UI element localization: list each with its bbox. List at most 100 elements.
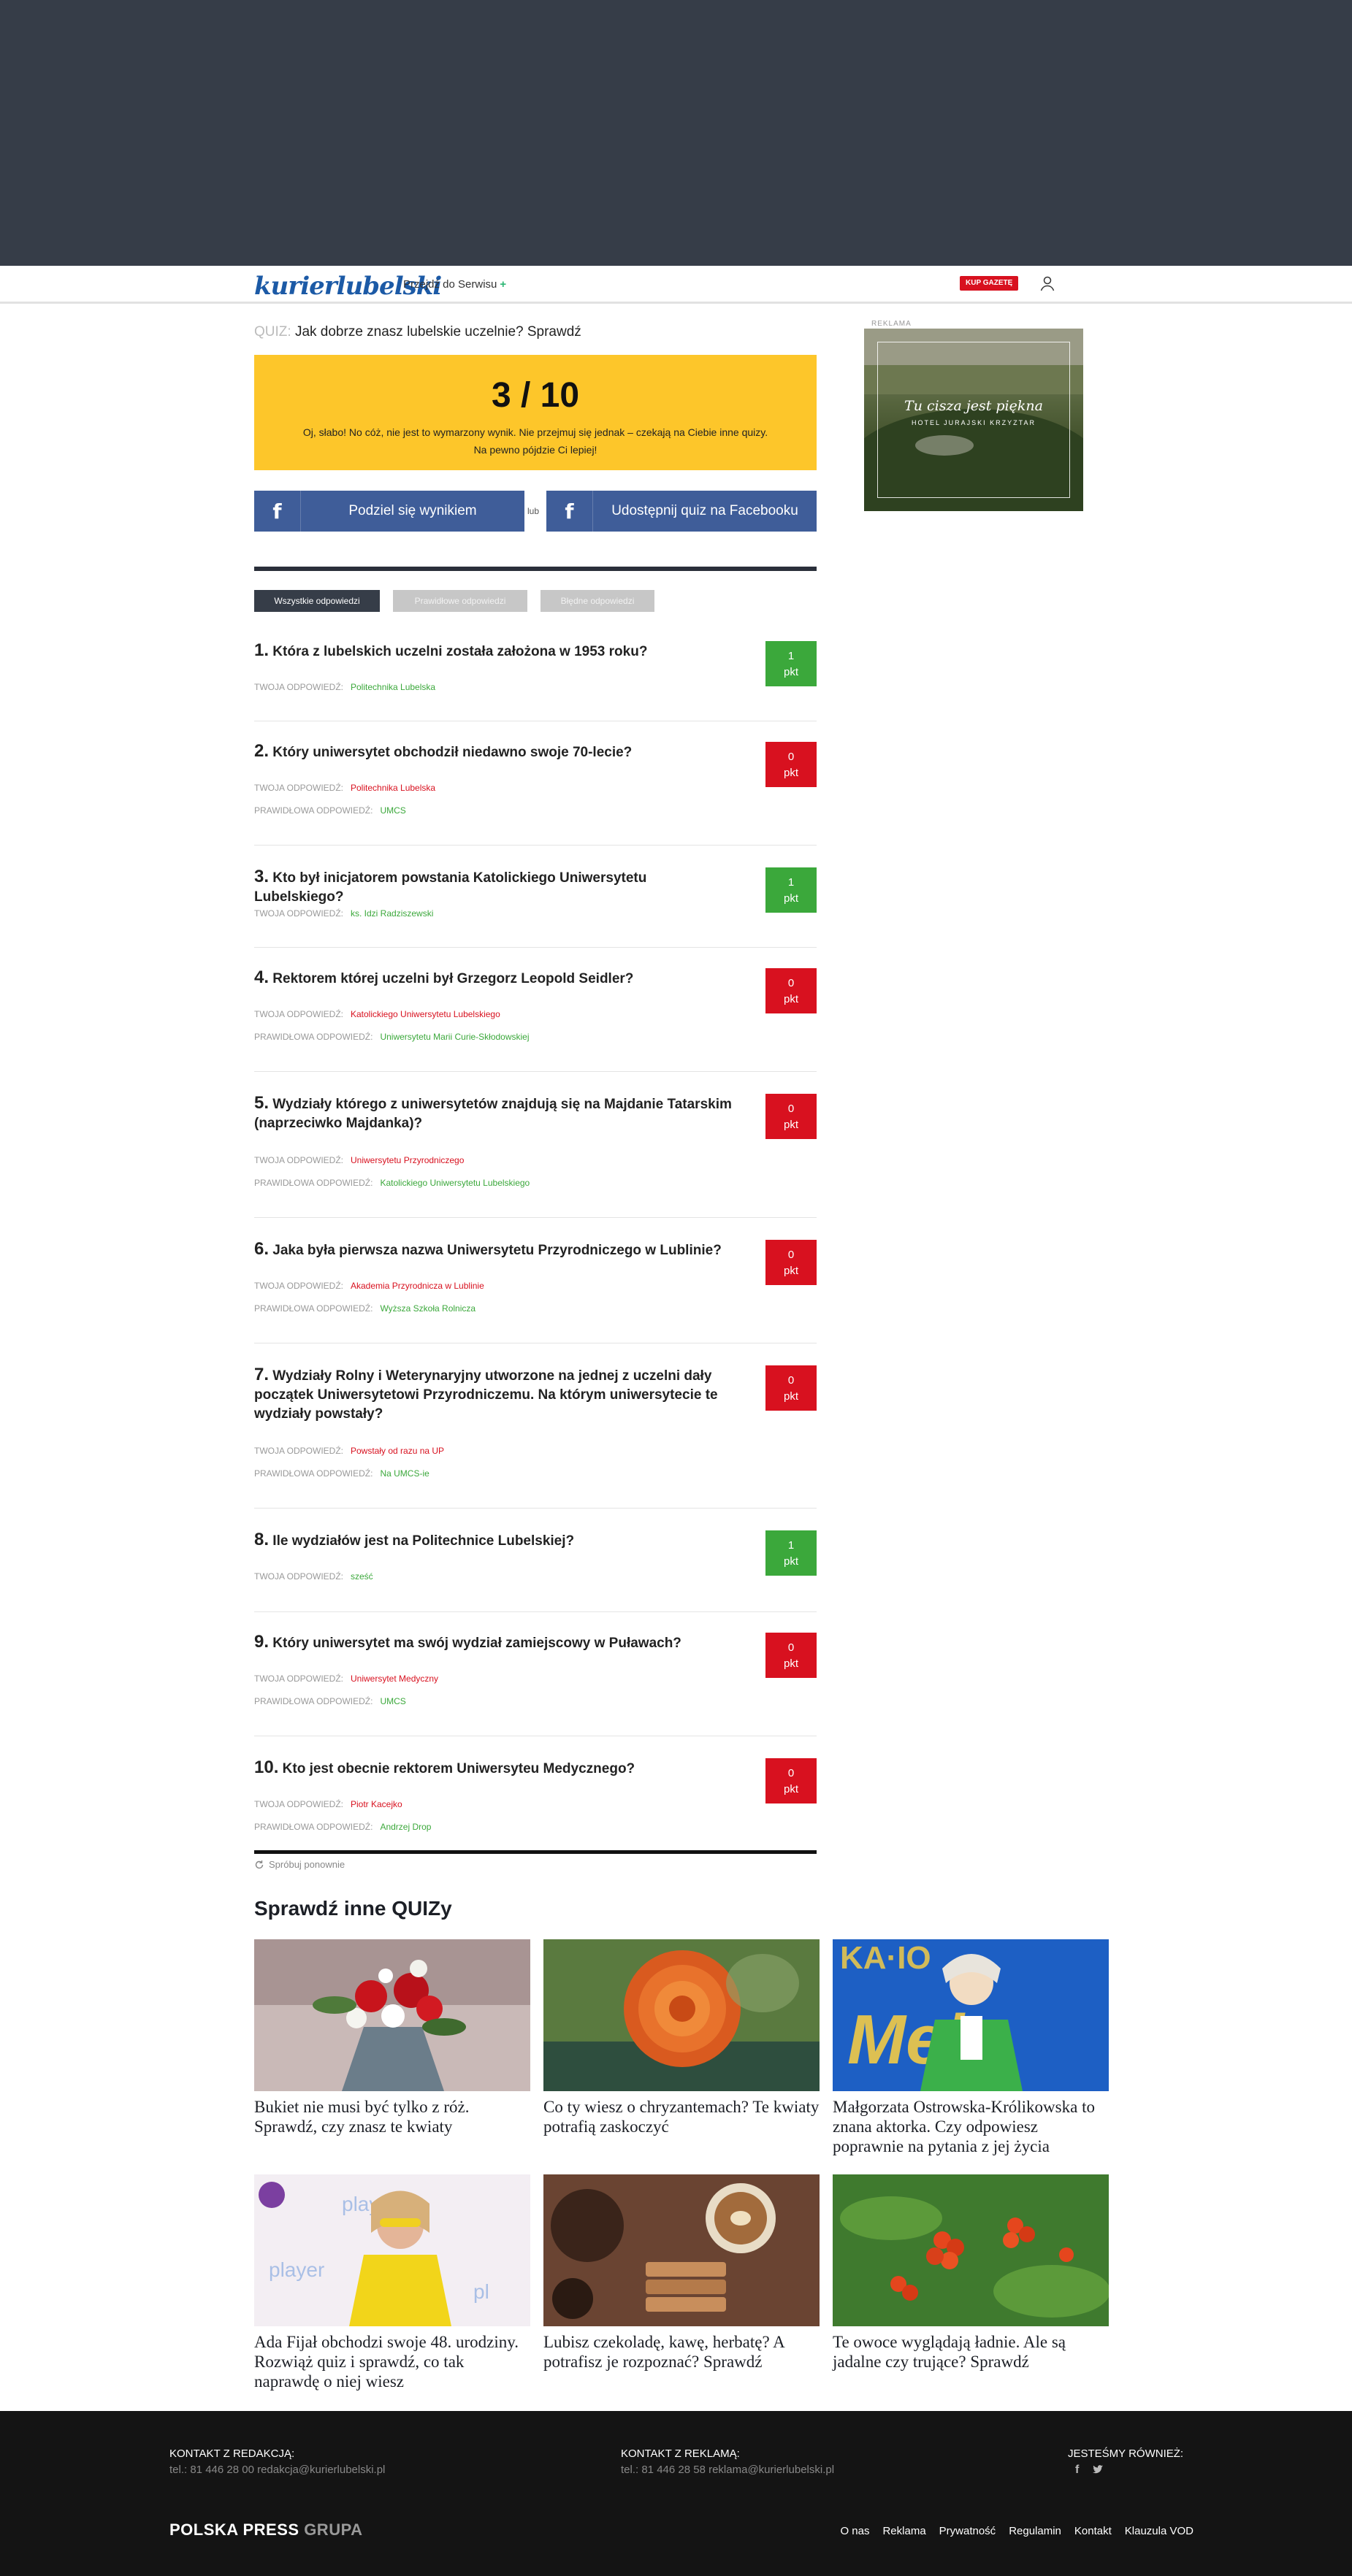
points-value: 0 [787, 977, 795, 989]
question-item: 3. Kto był inicjatorem powstania Katolic… [254, 867, 817, 948]
ad-headline: Tu cisza jest piękna [904, 398, 1043, 414]
twitter-icon[interactable] [1092, 2464, 1104, 2475]
quiz-card-image: KA·IO Melo [833, 1939, 1109, 2091]
correct-answer: PRAWIDŁOWA ODPOWIEDŹ: Na UMCS-ie [254, 1468, 429, 1479]
your-answer-label: TWOJA ODPOWIEDŹ: [254, 1799, 343, 1809]
section-divider [254, 1850, 817, 1854]
go-to-service-label: Przejdź do Serwisu [403, 278, 497, 291]
your-answer-label: TWOJA ODPOWIEDŹ: [254, 1571, 343, 1582]
points-value: 0 [787, 1767, 795, 1779]
quiz-card-image [254, 1939, 530, 2091]
your-answer-label: TWOJA ODPOWIEDŹ: [254, 783, 343, 793]
your-answer-label: TWOJA ODPOWIEDŹ: [254, 1674, 343, 1684]
points-value: 0 [787, 1103, 795, 1115]
question-text: 9. Który uniwersytet ma swój wydział zam… [254, 1633, 736, 1653]
question-item: 10. Kto jest obecnie rektorem Uniwersyte… [254, 1758, 817, 1846]
correct-answer: PRAWIDŁOWA ODPOWIEDŹ: Katolickiego Uniwer… [254, 1178, 530, 1188]
question-item: 6. Jaka była pierwsza nazwa Uniwersytetu… [254, 1240, 817, 1343]
question-item: 7. Wydziały Rolny i Weterynaryjny utworz… [254, 1365, 817, 1509]
question-number: 4. [254, 967, 270, 987]
correct-answer: PRAWIDŁOWA ODPOWIEDŹ: UMCS [254, 1696, 406, 1706]
footer-link-privacy[interactable]: Prywatność [939, 2525, 996, 2537]
footer-link-advertising[interactable]: Reklama [882, 2525, 925, 2537]
your-answer-value: Piotr Kacejko [351, 1799, 402, 1809]
svg-text:player: player [269, 2258, 324, 2281]
points-badge: 0 pkt [765, 1094, 817, 1139]
advertisement[interactable]: Tu cisza jest piękna HOTEL JURAJSKI KRZY… [864, 329, 1083, 511]
question-text: 1. Która z lubelskich uczelni została za… [254, 641, 736, 662]
footer-link-about[interactable]: O nas [840, 2525, 869, 2537]
quiz-score: 3 / 10 [491, 376, 580, 415]
filter-correct-answers[interactable]: Prawidłowe odpowiedzi [393, 590, 527, 612]
question-text: 10. Kto jest obecnie rektorem Uniwersyte… [254, 1758, 736, 1779]
facebook-icon[interactable]: f [1075, 2464, 1079, 2477]
share-results-button[interactable]: f Podziel się wynikiem [254, 491, 524, 532]
correct-answer-value: Andrzej Drop [380, 1822, 432, 1832]
points-unit: pkt [783, 993, 798, 1005]
your-answer-label: TWOJA ODPOWIEDŹ: [254, 908, 343, 919]
quiz-title-text: Jak dobrze znasz lubelskie uczelnie? Spr… [294, 324, 581, 340]
or-separator: lub [527, 506, 540, 516]
correct-answer-value: Katolickiego Uniwersytetu Lubelskiego [380, 1178, 530, 1188]
quiz-card[interactable]: KA·IO Melo Małgorzata Ostrowska-Królikow… [833, 1939, 1109, 2156]
ad-subline: HOTEL JURAJSKI KRZYZTAR [911, 419, 1036, 426]
footer-link-contact[interactable]: Kontakt [1074, 2525, 1112, 2537]
your-answer: TWOJA ODPOWIEDŹ: Uniwersytet Medyczny [254, 1674, 438, 1684]
question-label: Rektorem której uczelni był Grzegorz Leo… [272, 971, 634, 986]
question-text: 3. Kto był inicjatorem powstania Katolic… [254, 867, 736, 907]
question-label: Kto był inicjatorem powstania Katolickie… [254, 870, 647, 905]
filter-all-answers[interactable]: Wszystkie odpowiedzi [254, 590, 380, 612]
correct-answer-label: PRAWIDŁOWA ODPOWIEDŹ: [254, 1032, 373, 1042]
question-item: 8. Ile wydziałów jest na Politechnice Lu… [254, 1530, 817, 1612]
your-answer-value: Uniwersytet Medyczny [351, 1674, 439, 1684]
your-answer: TWOJA ODPOWIEDŹ: Piotr Kacejko [254, 1799, 402, 1809]
quiz-card[interactable]: Bukiet nie musi być tylko z róż. Sprawdź… [254, 1939, 530, 2136]
your-answer: TWOJA ODPOWIEDŹ: Uniwersytetu Przyrodnicz… [254, 1155, 464, 1165]
points-badge: 1 pkt [765, 1530, 817, 1576]
quiz-card[interactable]: Co ty wiesz o chryzantemach? Te kwiaty p… [543, 1939, 820, 2136]
question-number: 3. [254, 867, 270, 886]
points-badge: 0 pkt [765, 1633, 817, 1678]
quiz-title: QUIZ: Jak dobrze znasz lubelskie uczelni… [254, 324, 581, 340]
footer-link-terms[interactable]: Regulamin [1009, 2525, 1061, 2537]
contact-ads-title: KONTAKT Z REKLAMĄ: [621, 2447, 740, 2460]
user-icon[interactable] [1039, 275, 1056, 292]
question-label: Wydziały Rolny i Weterynaryjny utworzone… [254, 1368, 718, 1422]
footer-brand[interactable]: POLSKA PRESS GRUPA [169, 2521, 363, 2539]
share-quiz-button[interactable]: f Udostępnij quiz na Facebooku [546, 491, 817, 532]
go-to-service-link[interactable]: Przejdź do Serwisu + [403, 278, 506, 291]
quiz-card[interactable]: Te owoce wyglądają ładnie. Ale są jadaln… [833, 2174, 1109, 2372]
filter-wrong-answers[interactable]: Błędne odpowiedzi [541, 590, 654, 612]
question-label: Kto jest obecnie rektorem Uniwersyteu Me… [282, 1761, 635, 1776]
footer-link-vod-clause[interactable]: Klauzula VOD [1125, 2525, 1193, 2537]
correct-answer-value: UMCS [380, 1696, 406, 1706]
quiz-card-caption: Małgorzata Ostrowska-Królikowska to znan… [833, 2098, 1095, 2155]
points-value: 1 [787, 876, 795, 889]
points-value: 1 [787, 650, 795, 662]
question-text: 8. Ile wydziałów jest na Politechnice Lu… [254, 1530, 736, 1551]
your-answer: TWOJA ODPOWIEDŹ: Akademia Przyrodnicza w … [254, 1281, 484, 1291]
quiz-card[interactable]: player player pl Ada Fijał obchodzi swoj… [254, 2174, 530, 2391]
points-unit: pkt [783, 1657, 798, 1670]
correct-answer: PRAWIDŁOWA ODPOWIEDŹ: Andrzej Drop [254, 1822, 431, 1832]
contact-ads[interactable]: tel.: 81 446 28 58 reklama@kurierlubelsk… [621, 2464, 834, 2476]
points-unit: pkt [783, 767, 798, 779]
points-value: 1 [787, 1539, 795, 1552]
question-number: 1. [254, 640, 270, 660]
your-answer-value: Powstały od razu na UP [351, 1446, 445, 1456]
buy-paper-button[interactable]: KUP GAZETĘ [960, 276, 1019, 291]
your-answer-value: sześć [351, 1571, 373, 1582]
refresh-icon [255, 1860, 264, 1868]
share-results-label: Podziel się wynikiem [348, 503, 477, 518]
question-number: 2. [254, 741, 270, 761]
quiz-card-image: player player pl [254, 2174, 530, 2326]
more-quizzes-title: Sprawdź inne QUIZy [254, 1897, 452, 1920]
points-unit: pkt [783, 1783, 798, 1795]
quiz-card[interactable]: Lubisz czekoladę, kawę, herbatę? A potra… [543, 2174, 820, 2372]
contact-editorial[interactable]: tel.: 81 446 28 00 redakcja@kurierlubels… [169, 2464, 385, 2476]
retry-button[interactable]: Spróbuj ponownie [254, 1859, 345, 1870]
quiz-card-caption: Bukiet nie musi być tylko z róż. Sprawdź… [254, 2098, 470, 2136]
quiz-card-image [833, 2174, 1109, 2326]
correct-answer-value: UMCS [380, 805, 406, 816]
your-answer-label: TWOJA ODPOWIEDŹ: [254, 1446, 343, 1456]
